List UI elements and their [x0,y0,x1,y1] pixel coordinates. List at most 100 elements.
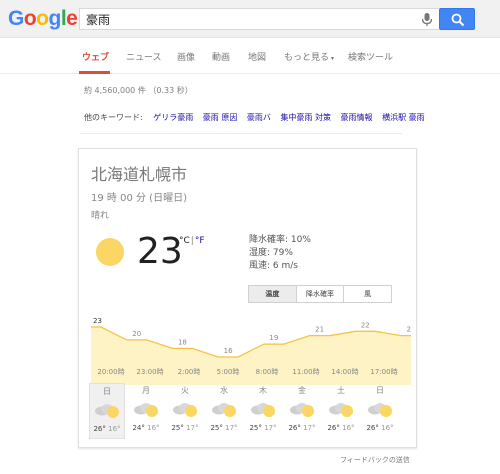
weather-card: 北海道札幌市 19 時 00 分 (日曜日) 晴れ 23 °C|°F 降水確率:… [78,148,417,448]
forecast-day[interactable]: 金 26° 17° [284,383,320,439]
forecast-high: 25° [210,424,223,432]
tab-maps[interactable]: 地図 [248,50,266,63]
time-tick-label: 5:00時 [216,368,240,376]
google-logo[interactable]: Google [8,7,78,31]
search-icon [451,13,465,27]
forecast-low: 16° [147,424,160,432]
active-tab-indicator [79,71,110,74]
microphone-icon[interactable] [420,12,434,27]
partly-cloudy-icon [92,401,122,419]
logo-letter: o [36,7,49,30]
partly-cloudy-icon [287,400,317,418]
logo-letter: o [23,7,37,30]
forecast-low: 17° [225,424,238,432]
daily-forecast: 日 26° 16° 月 24° 16° 火 25° 17° 水 25° 17° 木 25° 17°… [89,383,409,439]
forecast-low: 16° [381,424,394,432]
feedback-link[interactable]: フィードバックの送信 [340,455,410,465]
logo-letter: G [8,7,24,30]
forecast-high: 26° [288,424,301,432]
chart-data-label: 23 [93,317,102,325]
keyword-link[interactable]: 豪雨情報 [341,113,373,122]
time-tick-label: 2:00時 [177,368,201,376]
search-button[interactable] [439,8,475,30]
partly-cloudy-icon [326,400,356,418]
forecast-day[interactable]: 火 25° 17° [167,383,203,439]
partly-cloudy-icon [170,400,200,418]
forecast-day-name: 日 [376,386,384,395]
time-tick-label: 23:00時 [136,368,164,376]
sun-icon [96,238,124,266]
tab-precipitation[interactable]: 降水確率 [296,286,345,302]
weather-details: 降水確率: 10% 湿度: 79% 風速: 6 m/s [249,234,311,273]
time-axis: 20:00時 23:00時 2:00時 5:00時 8:00時 11:00時 14:00時 1… [79,367,416,379]
unit-separator: | [190,236,194,246]
tab-wind[interactable]: 風 [344,286,392,302]
current-temperature: 23 [137,231,183,272]
chart-data-label: 18 [178,338,187,346]
keyword-link[interactable]: 横浜駅 豪雨 [382,113,425,122]
forecast-day-name: 日 [103,387,111,396]
result-stats: 約 4,560,000 件 （0.33 秒） [84,86,193,95]
related-keywords: 他のキーワード: ゲリラ豪雨 豪雨 原因 豪雨バ 集中豪雨 対策 豪雨情報 横浜… [84,112,432,123]
time-tick-label: 11:00時 [292,368,320,376]
keyword-link[interactable]: ゲリラ豪雨 [153,113,193,122]
forecast-high: 26° [93,425,106,433]
time-tick-label: 14:00時 [331,368,359,376]
divider [80,133,402,134]
chart-data-label: 22 [361,321,370,329]
logo-letter: g [48,7,62,30]
precipitation-text: 降水確率: 10% [249,235,311,245]
keyword-link[interactable]: 豪雨バ [247,113,271,122]
tab-news[interactable]: ニュース [126,50,162,63]
time-tick-label: 17:00時 [370,368,398,376]
chart-data-label: 21 [315,326,324,334]
unit-toggle: °C|°F [179,236,205,246]
caret-down-icon: ▾ [331,55,335,62]
forecast-day-name: 金 [298,386,306,395]
keyword-link[interactable]: 集中豪雨 対策 [280,113,331,122]
forecast-day-name: 木 [259,386,267,395]
chart-mode-tabs: 温度 降水確率 風 [248,285,392,303]
forecast-high: 25° [249,424,262,432]
forecast-low: 17° [264,424,277,432]
unit-celsius[interactable]: °C [179,236,190,246]
forecast-day[interactable]: 水 25° 17° [206,383,242,439]
forecast-day[interactable]: 土 26° 16° [323,383,359,439]
tab-web[interactable]: ウェブ [82,50,109,63]
chart-data-label: 20 [132,330,141,338]
tab-videos[interactable]: 動画 [212,50,230,63]
weather-time: 19 時 00 分 (日曜日) [91,193,187,204]
forecast-high: 26° [327,424,340,432]
partly-cloudy-icon [248,400,278,418]
unit-fahrenheit[interactable]: °F [195,236,205,246]
tab-more-label: もっと見る [284,53,330,63]
logo-letter: e [66,7,78,30]
forecast-day[interactable]: 日 26° 16° [362,383,398,439]
forecast-day[interactable]: 月 24° 16° [128,383,164,439]
tab-temperature[interactable]: 温度 [249,286,297,302]
tab-more[interactable]: もっと見る ▾ [284,50,334,63]
forecast-day-name: 土 [337,386,345,395]
forecast-high: 24° [132,424,145,432]
tab-images[interactable]: 画像 [177,50,195,63]
keyword-link[interactable]: 豪雨 原因 [203,113,238,122]
forecast-high: 25° [171,424,184,432]
partly-cloudy-icon [365,400,395,418]
chart-data-label: 16 [224,347,233,355]
forecast-low: 16° [108,425,121,433]
forecast-low: 17° [303,424,316,432]
forecast-day-name: 火 [181,386,189,395]
chart-data-label: 21 [407,326,411,334]
tab-search-tools[interactable]: 検索ツール [348,50,393,63]
top-bar: Google [0,0,500,38]
search-input[interactable] [86,11,406,27]
weather-condition: 晴れ [91,211,110,221]
search-box[interactable] [79,8,439,30]
forecast-low: 17° [186,424,199,432]
time-tick-label: 8:00時 [255,368,279,376]
forecast-day[interactable]: 木 25° 17° [245,383,281,439]
keywords-label: 他のキーワード: [84,113,143,122]
forecast-day-name: 水 [220,386,228,395]
forecast-day[interactable]: 日 26° 16° [89,383,125,439]
time-tick-label: 20:00時 [97,368,125,376]
